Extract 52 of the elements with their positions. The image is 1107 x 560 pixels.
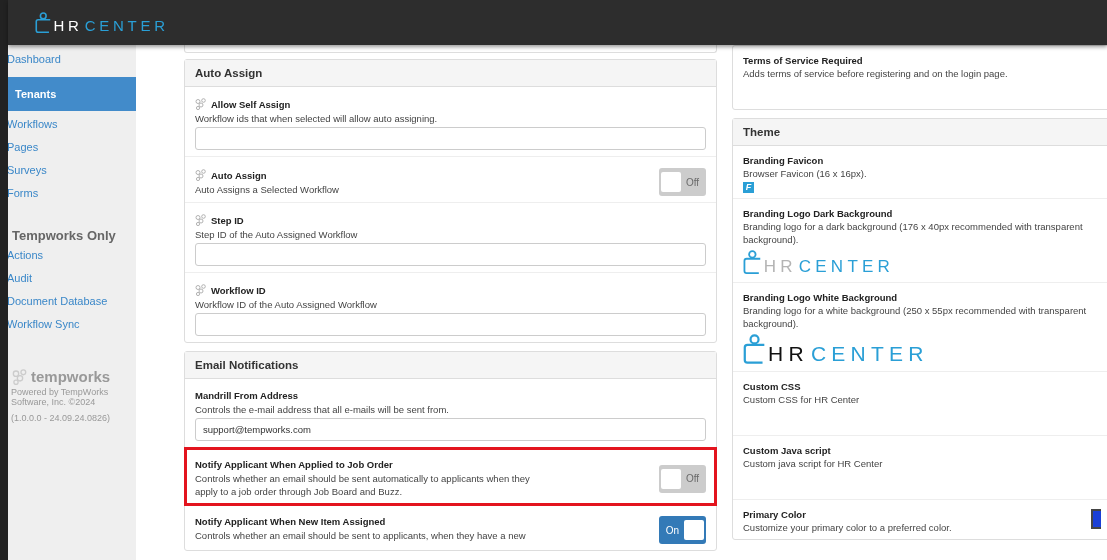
setting-label: Notify Applicant When New Item Assigned: [195, 516, 386, 527]
setting-description: Workflow ids that when selected will allow auto assigning.: [195, 112, 439, 125]
panel-title: Auto Assign: [185, 60, 716, 87]
logo-text: HR: [768, 343, 809, 365]
setting-label: Branding Logo White Background: [743, 291, 898, 303]
sidebar-item[interactable]: Pages: [8, 138, 136, 161]
logo-text: CENTER: [84, 18, 169, 34]
toggle-switch[interactable]: On: [659, 516, 706, 544]
powered-by-text: Powered by TempWorks Software, Inc. ©2024: [11, 387, 110, 407]
setting-description: Customize your primary color to a preferred color.: [743, 521, 952, 535]
setting-label: Branding Favicon: [743, 155, 824, 166]
setting-label: Branding Logo Dark Background: [743, 208, 893, 219]
setting-label: Custom Java script: [743, 445, 831, 457]
toggle-switch[interactable]: Off: [659, 168, 706, 196]
logo-text: CENTER: [798, 257, 895, 275]
sidebar-item[interactable]: Tenants: [8, 77, 136, 111]
setting-description: Controls whether an email should be sent to applicants, when they have a new: [195, 529, 526, 542]
brand-name: tempworks: [31, 368, 111, 385]
setting-description: Auto Assigns a Selected Workflow: [195, 182, 339, 196]
setting-label: Workflow ID: [211, 285, 266, 296]
setting-label: Step ID: [211, 215, 244, 226]
setting-description: Step ID of the Auto Assigned Workflow: [195, 228, 359, 241]
setting-description: Custom CSS for HR Center: [743, 393, 861, 407]
sidebar-item[interactable]: Forms: [8, 184, 136, 207]
setting-label: Auto Assign: [211, 169, 267, 181]
setting-description: Branding logo for a white background (250 x 55px recommended with transparent background).: [743, 303, 1088, 330]
setting-description: Branding logo for a dark background (176 x 40px recommended with transparent background).: [743, 220, 1084, 246]
setting-description: Adds terms of service before registering and on the login page.: [743, 67, 1009, 80]
setting-description: Browser Favicon (16 x 16px).: [743, 167, 868, 180]
logo-text: CENTER: [810, 343, 929, 365]
setting-label: Notify Applicant When Applied to Job Order: [195, 459, 393, 470]
setting-label: Terms of Service Required: [743, 55, 863, 66]
setting-description: Custom java script for HR Center: [743, 457, 884, 471]
panel-title: Email Notifications: [185, 352, 716, 379]
input-field[interactable]: support@tempworks.com: [195, 418, 706, 441]
toggle-switch[interactable]: Off: [659, 464, 706, 493]
setting-description: Workflow ID of the Auto Assigned Workflow: [195, 298, 378, 311]
logo-text: HR: [763, 257, 797, 275]
sidebar-item[interactable]: Surveys: [8, 161, 136, 184]
setting-label: Custom CSS: [743, 381, 801, 393]
setting-label: Mandrill From Address: [195, 390, 299, 401]
setting-label: Primary Color: [743, 509, 806, 521]
favicon-image: F: [743, 182, 754, 193]
logo-text: HR: [53, 18, 83, 34]
setting-description: Controls the e-mail address that all e-mails will be sent from.: [195, 403, 450, 416]
section-title: Tempworks Only: [12, 228, 117, 245]
panel-title: Theme: [733, 119, 1107, 146]
version-text: (1.0.0.0 - 24.09.24.0826): [11, 413, 112, 423]
setting-description: Controls whether an email should be sent automatically to applicants when they apply to a job order through Job Board and Buzz.: [195, 472, 531, 498]
setting-label: Allow Self Assign: [211, 99, 291, 110]
sidebar-item[interactable]: Document Database: [8, 292, 136, 315]
sidebar-item[interactable]: Dashboard: [8, 50, 136, 73]
